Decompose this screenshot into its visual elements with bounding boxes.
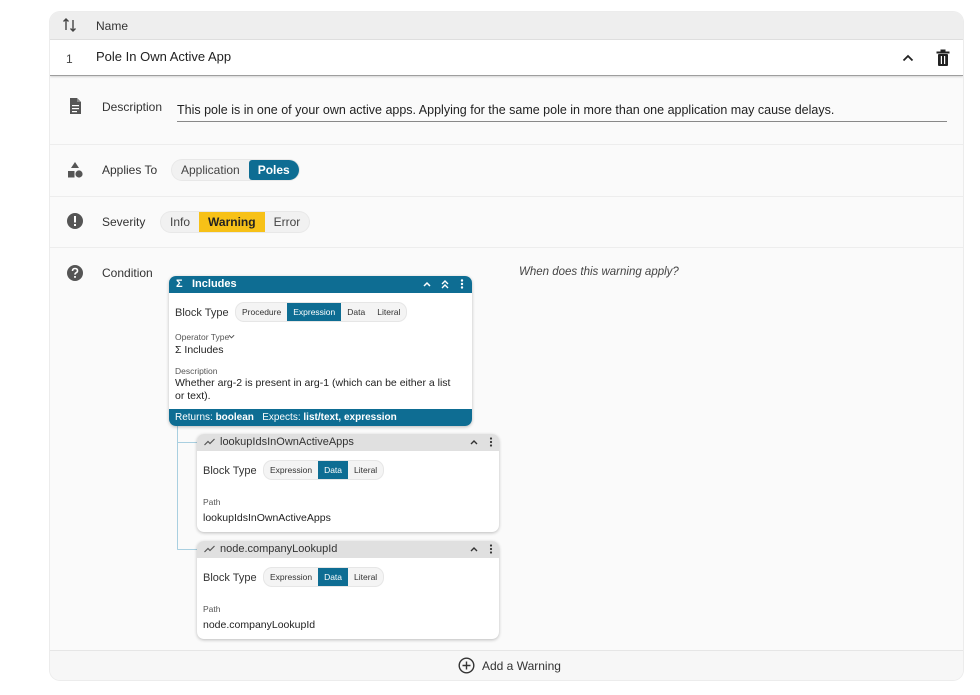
block-title: lookupIdsInOwnActiveApps	[220, 436, 354, 448]
path-value[interactable]: node.companyLookupId	[203, 619, 315, 631]
sort-icon[interactable]	[62, 17, 78, 33]
sigma-icon: Σ	[176, 278, 183, 290]
table-row[interactable]: 1 Pole In Own Active App	[50, 40, 963, 76]
trending-icon	[204, 438, 215, 446]
applies-to-section: Applies To Application Poles	[50, 145, 963, 197]
includes-block: Σ Includes Block Type Procedure Expressi…	[169, 276, 472, 426]
more-icon[interactable]	[488, 437, 494, 447]
block-type-label: Block Type	[175, 307, 229, 319]
chevron-up-icon[interactable]	[469, 437, 479, 447]
block-type-toggle: Procedure Expression Data Literal	[236, 303, 407, 321]
block-type-literal[interactable]: Literal	[371, 303, 406, 321]
add-warning-label: Add a Warning	[482, 659, 561, 673]
warnings-card: Name 1 Pole In Own Active App Descriptio…	[50, 12, 963, 680]
block-header: lookupIdsInOwnActiveApps	[197, 434, 499, 451]
block-description: Whether arg-2 is present in arg-1 (which…	[175, 377, 451, 402]
block-type-data[interactable]: Data	[318, 568, 349, 586]
chevron-up-icon[interactable]	[900, 50, 916, 66]
block-type-data[interactable]: Data	[318, 461, 349, 479]
description-field[interactable]: This pole is in one of your own active a…	[177, 103, 947, 122]
returns-value: boolean	[215, 412, 254, 423]
description-label: Description	[175, 366, 218, 376]
block-type-label: Block Type	[203, 465, 257, 477]
block-header: Σ Includes	[169, 276, 472, 293]
operator-type-value[interactable]: Σ Includes	[175, 344, 224, 356]
tree-connector-branch	[177, 549, 197, 550]
block-type-data[interactable]: Data	[341, 303, 371, 321]
condition-hint: When does this warning apply?	[519, 266, 679, 278]
block-title: Includes	[192, 278, 237, 290]
shapes-icon	[68, 162, 83, 178]
add-circle-icon	[458, 657, 475, 674]
name-column-header[interactable]: Name	[96, 19, 128, 33]
data-block: node.companyLookupId Block Type Expressi…	[197, 541, 499, 639]
row-index: 1	[66, 52, 73, 66]
block-footer: Returns: boolean Expects: list/text, exp…	[169, 409, 472, 426]
expects-label: Expects:	[262, 412, 301, 423]
returns-label: Returns:	[175, 412, 213, 423]
applies-to-label: Applies To	[102, 163, 158, 177]
add-warning-button[interactable]: Add a Warning	[50, 650, 963, 680]
description-label: Description	[102, 100, 163, 114]
condition-label: Condition	[102, 266, 153, 280]
double-chevron-up-icon[interactable]	[440, 279, 450, 289]
table-header: Name	[50, 12, 963, 40]
severity-warning[interactable]: Warning	[199, 212, 265, 232]
trending-icon	[204, 545, 215, 553]
severity-section: Severity Info Warning Error	[50, 197, 963, 248]
more-icon[interactable]	[459, 279, 465, 289]
applies-to-application[interactable]: Application	[172, 160, 249, 180]
severity-label: Severity	[102, 215, 146, 229]
block-type-label: Block Type	[203, 572, 257, 584]
block-type-toggle: Expression Data Literal	[264, 568, 384, 586]
help-icon	[67, 265, 83, 281]
block-header: node.companyLookupId	[197, 541, 499, 558]
operator-type-label: Operator Type	[175, 332, 230, 342]
block-type-expression[interactable]: Expression	[264, 568, 318, 586]
chevron-up-icon[interactable]	[422, 279, 432, 289]
severity-toggle: Info Warning Error	[161, 212, 310, 232]
trash-icon[interactable]	[935, 49, 951, 67]
block-type-literal[interactable]: Literal	[348, 461, 383, 479]
applies-to-toggle: Application Poles	[172, 160, 299, 180]
alert-icon	[67, 213, 83, 229]
tree-connector-branch	[177, 442, 197, 443]
block-type-expression[interactable]: Expression	[264, 461, 318, 479]
description-section: Description This pole is in one of your …	[50, 77, 963, 145]
applies-to-poles[interactable]: Poles	[248, 160, 299, 180]
data-block: lookupIdsInOwnActiveApps Block Type Expr…	[197, 434, 499, 532]
severity-info[interactable]: Info	[161, 212, 199, 232]
condition-section: Condition When does this warning apply? …	[50, 248, 963, 650]
path-label: Path	[203, 604, 221, 614]
severity-error[interactable]: Error	[265, 212, 310, 232]
expects-value: list/text, expression	[303, 412, 397, 423]
block-title: node.companyLookupId	[220, 543, 338, 555]
row-title: Pole In Own Active App	[96, 49, 232, 64]
path-value[interactable]: lookupIdsInOwnActiveApps	[203, 512, 331, 524]
block-type-expression[interactable]: Expression	[287, 303, 342, 321]
chevron-down-icon[interactable]	[228, 333, 235, 340]
tree-connector	[177, 412, 178, 549]
chevron-up-icon[interactable]	[469, 544, 479, 554]
block-type-literal[interactable]: Literal	[348, 568, 383, 586]
more-icon[interactable]	[488, 544, 494, 554]
path-label: Path	[203, 497, 221, 507]
block-type-procedure[interactable]: Procedure	[236, 303, 287, 321]
document-icon	[70, 98, 81, 114]
block-type-toggle: Expression Data Literal	[264, 461, 384, 479]
